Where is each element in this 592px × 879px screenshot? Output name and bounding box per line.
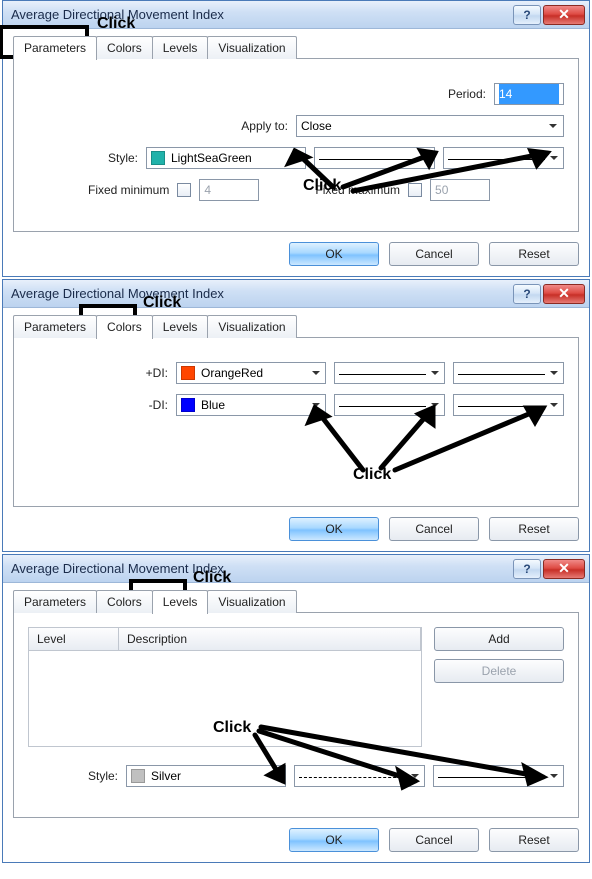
- tab-parameters[interactable]: Parameters: [13, 315, 97, 338]
- window-title: Average Directional Movement Index: [11, 7, 511, 22]
- fixed-max-input[interactable]: [430, 179, 490, 201]
- plus-di-line-type-select[interactable]: [334, 362, 445, 384]
- help-button[interactable]: ?: [513, 559, 541, 579]
- titlebar[interactable]: Average Directional Movement Index ? ✕: [3, 280, 589, 308]
- tab-levels[interactable]: Levels: [152, 590, 209, 614]
- ok-button[interactable]: OK: [289, 517, 379, 541]
- period-field[interactable]: [499, 84, 559, 104]
- fixed-max-field[interactable]: [435, 180, 485, 200]
- fixed-max-label: Fixed maximum: [315, 183, 400, 197]
- cancel-button[interactable]: Cancel: [389, 828, 479, 852]
- plus-di-swatch: [181, 366, 195, 380]
- button-row: OK Cancel Reset: [13, 517, 579, 541]
- plus-di-line-width-select[interactable]: [453, 362, 564, 384]
- minus-di-color-select[interactable]: Blue: [176, 394, 326, 416]
- period-input[interactable]: [494, 83, 564, 105]
- levels-table[interactable]: Level Description: [28, 627, 422, 747]
- button-row: OK Cancel Reset: [13, 242, 579, 266]
- plus-di-label: +DI:: [28, 366, 168, 380]
- style-color-name: Silver: [151, 769, 181, 783]
- reset-button[interactable]: Reset: [489, 517, 579, 541]
- applyto-value: Close: [301, 119, 332, 133]
- style-line-width-select[interactable]: [443, 147, 564, 169]
- ok-button[interactable]: OK: [289, 242, 379, 266]
- window-title: Average Directional Movement Index: [11, 286, 511, 301]
- tab-bar: Parameters Colors Levels Visualization: [13, 314, 579, 338]
- tab-colors[interactable]: Colors: [96, 590, 153, 613]
- cancel-button[interactable]: Cancel: [389, 242, 479, 266]
- tab-colors[interactable]: Colors: [96, 315, 153, 339]
- style-color-select[interactable]: Silver: [126, 765, 286, 787]
- style-label: Style:: [28, 151, 138, 165]
- tab-parameters[interactable]: Parameters: [13, 590, 97, 613]
- tab-bar: Parameters Colors Levels Visualization: [13, 35, 579, 59]
- close-button[interactable]: ✕: [543, 559, 585, 579]
- minus-di-line-type-select[interactable]: [334, 394, 445, 416]
- minus-di-line-width-select[interactable]: [453, 394, 564, 416]
- button-row: OK Cancel Reset: [13, 828, 579, 852]
- panel-levels: Level Description Add Delete Style: Silv…: [13, 612, 579, 818]
- tab-levels[interactable]: Levels: [152, 36, 209, 59]
- help-button[interactable]: ?: [513, 5, 541, 25]
- style-color-swatch: [151, 151, 165, 165]
- panel-parameters: Period: Apply to: Close Style: LightSeaG…: [13, 58, 579, 232]
- style-color-swatch: [131, 769, 145, 783]
- minus-di-swatch: [181, 398, 195, 412]
- style-line-width-select[interactable]: [433, 765, 564, 787]
- ok-button[interactable]: OK: [289, 828, 379, 852]
- tab-levels[interactable]: Levels: [152, 315, 209, 338]
- style-line-type-select[interactable]: [294, 765, 425, 787]
- col-description[interactable]: Description: [119, 628, 421, 650]
- tab-visualization[interactable]: Visualization: [207, 36, 296, 59]
- style-color-name: LightSeaGreen: [171, 151, 252, 165]
- fixed-min-input[interactable]: [199, 179, 259, 201]
- style-label: Style:: [28, 769, 118, 783]
- tab-bar: Parameters Colors Levels Visualization: [13, 589, 579, 613]
- dialog-colors: Average Directional Movement Index ? ✕ P…: [2, 279, 590, 552]
- cancel-button[interactable]: Cancel: [389, 517, 479, 541]
- tab-colors[interactable]: Colors: [96, 36, 153, 59]
- table-body[interactable]: [29, 651, 421, 746]
- window-title: Average Directional Movement Index: [11, 561, 511, 576]
- reset-button[interactable]: Reset: [489, 828, 579, 852]
- dialog-levels: Average Directional Movement Index ? ✕ P…: [2, 554, 590, 863]
- delete-button[interactable]: Delete: [434, 659, 564, 683]
- fixed-min-label: Fixed minimum: [88, 183, 169, 197]
- style-color-select[interactable]: LightSeaGreen: [146, 147, 306, 169]
- titlebar[interactable]: Average Directional Movement Index ? ✕: [3, 1, 589, 29]
- applyto-select[interactable]: Close: [296, 115, 564, 137]
- table-header: Level Description: [29, 628, 421, 651]
- help-button[interactable]: ?: [513, 284, 541, 304]
- minus-di-label: -DI:: [28, 398, 168, 412]
- col-level[interactable]: Level: [29, 628, 119, 650]
- style-line-type-select[interactable]: [314, 147, 435, 169]
- minus-di-color-name: Blue: [201, 398, 225, 412]
- reset-button[interactable]: Reset: [489, 242, 579, 266]
- fixed-min-field[interactable]: [204, 180, 254, 200]
- tab-visualization[interactable]: Visualization: [207, 315, 296, 338]
- close-button[interactable]: ✕: [543, 284, 585, 304]
- tab-visualization[interactable]: Visualization: [207, 590, 296, 613]
- fixed-max-checkbox[interactable]: [408, 183, 422, 197]
- fixed-min-checkbox[interactable]: [177, 183, 191, 197]
- plus-di-color-name: OrangeRed: [201, 366, 263, 380]
- panel-colors: +DI: OrangeRed -DI: Blue: [13, 337, 579, 507]
- period-label: Period:: [448, 87, 486, 101]
- plus-di-color-select[interactable]: OrangeRed: [176, 362, 326, 384]
- close-button[interactable]: ✕: [543, 5, 585, 25]
- dialog-parameters: Average Directional Movement Index ? ✕ P…: [2, 0, 590, 277]
- add-button[interactable]: Add: [434, 627, 564, 651]
- tab-parameters[interactable]: Parameters: [13, 36, 97, 60]
- applyto-label: Apply to:: [28, 119, 288, 133]
- titlebar[interactable]: Average Directional Movement Index ? ✕: [3, 555, 589, 583]
